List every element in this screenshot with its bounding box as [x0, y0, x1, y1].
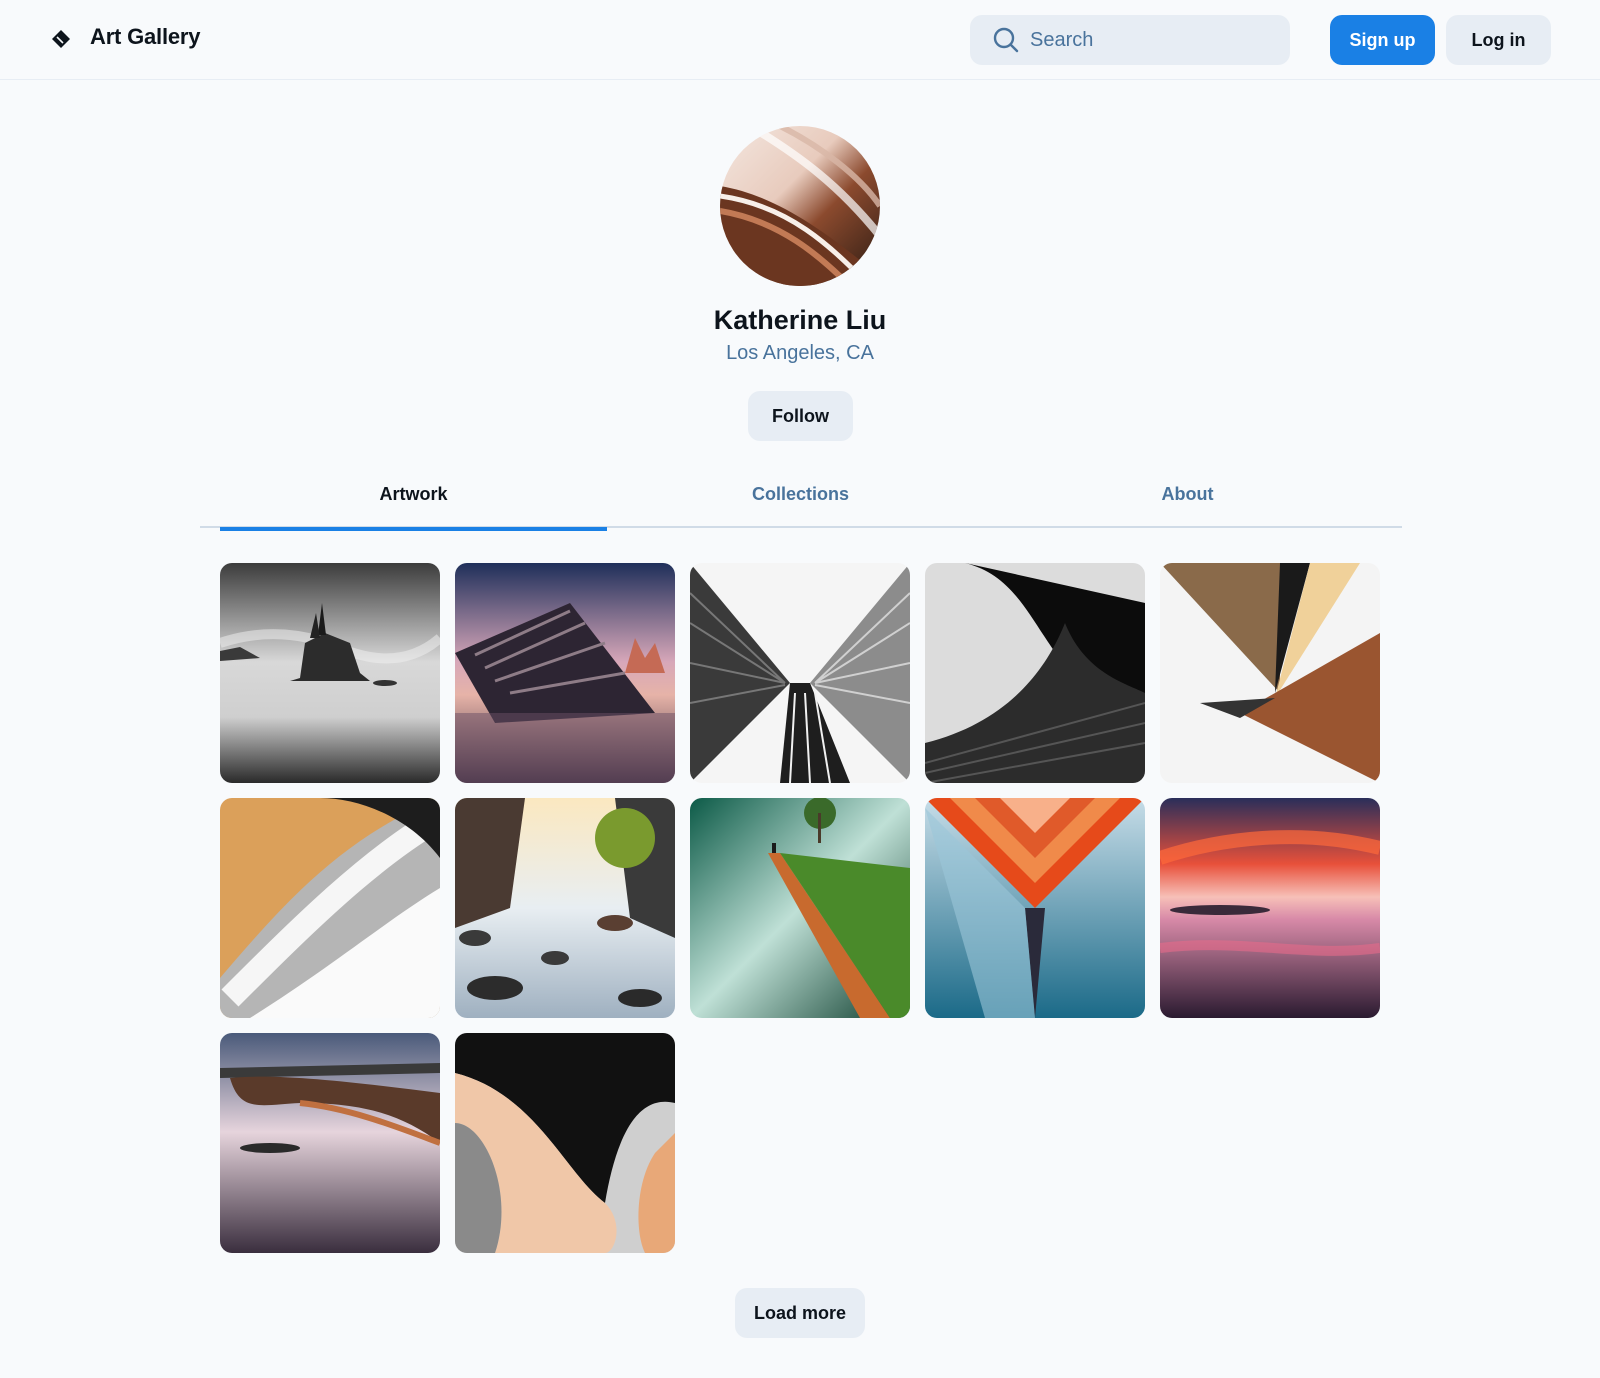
load-more-button[interactable]: Load more	[735, 1288, 865, 1338]
artwork-tile[interactable]	[220, 1033, 440, 1253]
brand-title[interactable]: Art Gallery	[90, 24, 200, 50]
artwork-tile[interactable]	[455, 563, 675, 783]
tab-collections[interactable]: Collections	[607, 460, 994, 528]
search-input[interactable]	[1030, 28, 1270, 52]
artwork-grid	[220, 563, 1381, 1253]
artwork-tile[interactable]	[690, 798, 910, 1018]
tab-artwork[interactable]: Artwork	[220, 460, 607, 531]
artwork-tile[interactable]	[455, 1033, 675, 1253]
artwork-tile[interactable]	[220, 563, 440, 783]
artwork-tile[interactable]	[925, 563, 1145, 783]
artwork-tile[interactable]	[690, 563, 910, 783]
profile-tabs: Artwork Collections About	[200, 460, 1402, 531]
artwork-tile[interactable]	[220, 798, 440, 1018]
avatar	[720, 126, 880, 286]
profile-location: Los Angeles, CA	[726, 342, 874, 364]
top-nav: Art Gallery Sign up Log in	[0, 0, 1600, 80]
artwork-tile[interactable]	[1160, 798, 1380, 1018]
diamond-tag-icon[interactable]	[50, 28, 72, 50]
signup-button[interactable]: Sign up	[1330, 15, 1435, 65]
profile-name: Katherine Liu	[713, 305, 887, 335]
follow-button[interactable]: Follow	[748, 391, 853, 441]
search-icon	[993, 27, 1019, 53]
tab-about[interactable]: About	[994, 460, 1381, 528]
login-button[interactable]: Log in	[1446, 15, 1551, 65]
artwork-tile[interactable]	[925, 798, 1145, 1018]
search-bar[interactable]	[970, 15, 1290, 65]
artwork-tile[interactable]	[1160, 563, 1380, 783]
artwork-tile[interactable]	[455, 798, 675, 1018]
